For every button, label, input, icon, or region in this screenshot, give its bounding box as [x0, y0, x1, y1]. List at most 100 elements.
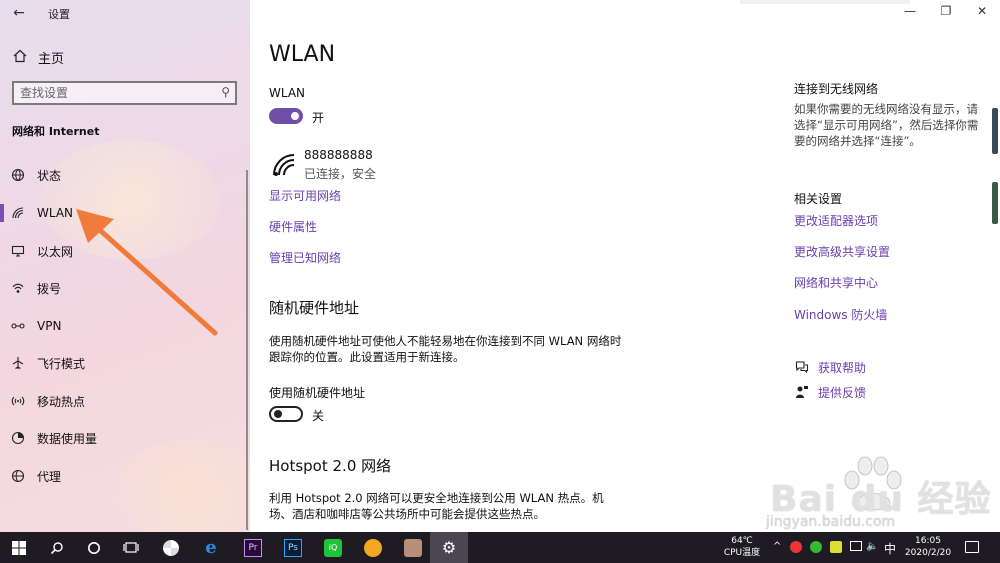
wireless-description: 如果你需要的无线网络没有显示，请选择“显示可用网络”，然后选择你需要的网络并选择… — [794, 102, 979, 148]
wlan-label: WLAN — [269, 86, 306, 100]
title-bar-strip — [740, 0, 910, 4]
hardware-properties-link[interactable]: 硬件属性 — [269, 218, 317, 235]
dialup-icon — [10, 280, 26, 296]
ime-indicator[interactable]: 中 — [884, 540, 896, 557]
sidebar-item-label: 代理 — [37, 469, 62, 484]
volume-icon[interactable]: 🔈 — [866, 541, 878, 552]
avatar-app-icon[interactable] — [394, 532, 432, 563]
show-available-networks-link[interactable]: 显示可用网络 — [269, 187, 341, 204]
sidebar-item-label: VPN — [37, 319, 62, 333]
main-content: — ❐ ✕ WLAN WLAN 开 888888888 已连接，安全 显示可用网… — [250, 0, 1000, 532]
desktop-edge-decoration — [992, 108, 998, 154]
get-help-label: 获取帮助 — [818, 361, 867, 375]
sidebar-item-home[interactable]: 主页 — [12, 46, 64, 68]
clock[interactable]: 16:05 2020/2/20 — [900, 535, 956, 559]
sidebar-item-proxy[interactable]: 代理 — [0, 461, 245, 491]
wlan-toggle-state: 开 — [312, 111, 325, 125]
baidu-watermark: Bai du 经验 jingyan.baidu.com — [760, 456, 1000, 532]
clock-time: 16:05 — [915, 536, 941, 546]
cpu-temperature-label: CPU温度 — [723, 548, 761, 558]
tray-app-icon[interactable] — [830, 541, 842, 553]
sidebar-scrollbar[interactable] — [246, 170, 248, 530]
page-title: WLAN — [269, 42, 336, 67]
advanced-sharing-link[interactable]: 更改高级共享设置 — [794, 243, 890, 260]
manage-known-networks-link[interactable]: 管理已知网络 — [269, 249, 341, 266]
start-icon[interactable] — [0, 532, 38, 563]
sidebar-item-label: 拨号 — [37, 281, 62, 296]
hotspot-heading: Hotspot 2.0 网络 — [269, 457, 392, 475]
globe-proxy-icon — [10, 468, 26, 484]
toggle-knob — [274, 410, 282, 418]
ethernet-icon — [10, 243, 26, 259]
network-sharing-center-link[interactable]: 网络和共享中心 — [794, 274, 878, 291]
search-box[interactable]: ⚲ — [12, 81, 237, 105]
wifi-icon — [10, 205, 26, 221]
show-hidden-icons-icon[interactable]: ^ — [773, 541, 781, 552]
cpu-temperature: 64℃ CPU温度 — [720, 535, 764, 559]
airplane-icon — [10, 355, 26, 371]
back-arrow-icon[interactable]: ← — [10, 4, 28, 22]
hotspot-description: 利用 Hotspot 2.0 网络可以更安全地连接到公用 WLAN 热点。机场、… — [269, 491, 604, 521]
section-title: 网络和 Internet — [12, 125, 100, 138]
windows-firewall-link[interactable]: Windows 防火墙 — [794, 306, 887, 323]
sidebar-item-label: 数据使用量 — [37, 431, 98, 446]
network-name[interactable]: 888888888 — [304, 148, 373, 162]
restore-icon[interactable]: ❐ — [936, 4, 956, 18]
sidebar-item-label: WLAN — [37, 206, 74, 220]
help-chat-icon — [794, 360, 810, 376]
iqiyi-icon[interactable]: iQ — [314, 532, 352, 563]
desktop-edge-decoration — [992, 182, 998, 224]
random-mac-toggle[interactable] — [269, 406, 303, 422]
wireless-title: 连接到无线网络 — [794, 82, 879, 96]
sidebar-item-airplane[interactable]: 飞行模式 — [0, 348, 245, 378]
clock-date: 2020/2/20 — [904, 548, 952, 558]
sidebar-item-label: 状态 — [37, 168, 62, 183]
app-title: 设置 — [48, 8, 70, 21]
active-indicator — [0, 204, 4, 222]
wifi-signal-icon — [273, 154, 295, 176]
feedback-person-icon — [794, 385, 810, 401]
pinwheel-app-icon[interactable] — [152, 532, 190, 563]
premiere-icon[interactable]: Pr — [234, 532, 272, 563]
search-input[interactable] — [20, 85, 210, 101]
cpu-temperature-value: 64℃ — [731, 536, 753, 546]
random-mac-label: 使用随机硬件地址 — [269, 386, 366, 400]
data-usage-icon — [10, 430, 26, 446]
task-view-icon[interactable] — [112, 532, 150, 563]
sidebar-item-hotspot[interactable]: 移动热点 — [0, 386, 245, 416]
ie-icon[interactable]: e — [192, 532, 230, 563]
taskbar: e Pr Ps iQ ⚙ 64℃ CPU温度 ^ 🔈 中 16:05 2020/… — [0, 532, 1000, 563]
notification-center-icon[interactable] — [965, 541, 979, 553]
adapter-options-link[interactable]: 更改适配器选项 — [794, 212, 878, 229]
annotation-arrow-icon — [76, 209, 218, 336]
sidebar-item-data-usage[interactable]: 数据使用量 — [0, 423, 245, 453]
network-status: 已连接，安全 — [304, 167, 377, 181]
globe-icon — [10, 167, 26, 183]
network-tray-icon[interactable] — [850, 541, 862, 551]
feedback-row[interactable]: 提供反馈 — [794, 384, 866, 401]
close-icon[interactable]: ✕ — [972, 4, 992, 18]
settings-icon[interactable]: ⚙ — [430, 532, 468, 563]
toggle-knob — [291, 112, 299, 120]
sidebar-item-label: 飞行模式 — [37, 356, 86, 371]
home-icon — [12, 49, 28, 65]
random-mac-heading: 随机硬件地址 — [269, 299, 360, 317]
random-mac-description: 使用随机硬件地址可使他人不能轻易地在你连接到不同 WLAN 网络时跟踪你的位置。… — [269, 334, 622, 364]
sidebar-item-status[interactable]: 状态 — [0, 160, 245, 190]
tray-app-icon[interactable] — [790, 541, 802, 553]
sidebar-item-label: 以太网 — [37, 244, 74, 259]
get-help-row[interactable]: 获取帮助 — [794, 359, 866, 376]
search-icon[interactable]: ⚲ — [221, 85, 230, 99]
browser-app-icon[interactable] — [354, 532, 392, 563]
tray-app-icon[interactable] — [810, 541, 822, 553]
photoshop-icon[interactable]: Ps — [274, 532, 312, 563]
watermark-url: jingyan.baidu.com — [766, 514, 896, 530]
vpn-icon — [10, 318, 26, 334]
home-label: 主页 — [38, 51, 65, 67]
cortana-icon[interactable] — [75, 532, 113, 563]
search-icon[interactable] — [38, 532, 76, 563]
random-mac-toggle-state: 关 — [312, 409, 325, 423]
wlan-toggle[interactable] — [269, 108, 303, 124]
minimize-icon[interactable]: — — [900, 4, 920, 18]
hotspot-icon — [10, 393, 26, 409]
